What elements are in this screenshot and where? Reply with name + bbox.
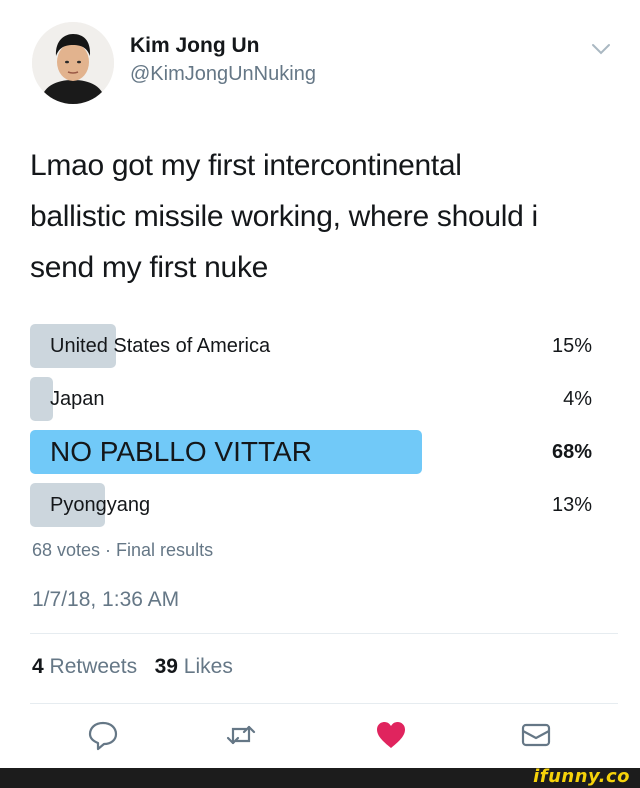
poll-option-percent: 68%: [551, 441, 592, 463]
poll-option: NO PABLLO VITTAR 68%: [30, 428, 598, 474]
poll-option-label: NO PABLLO VITTAR: [50, 436, 312, 467]
tweet-text-line: Lmao got my first intercontinental: [30, 149, 462, 182]
envelope-icon[interactable]: [519, 718, 553, 752]
user-handle[interactable]: @KimJongUnNuking: [130, 63, 316, 86]
likes-count[interactable]: 39: [155, 655, 178, 678]
poll-option-percent: 13%: [551, 494, 592, 516]
avatar-image: [32, 22, 114, 104]
divider: [30, 703, 618, 704]
chevron-down-icon[interactable]: [590, 42, 612, 56]
tweet-timestamp[interactable]: 1/7/18, 1:36 AM: [32, 588, 179, 612]
poll: United States of America 15% Japan 4% NO PAB…: [30, 322, 598, 534]
tweet-text-line: send my first nuke: [30, 251, 269, 284]
poll-option: United States of America 15%: [30, 322, 598, 368]
display-name[interactable]: Kim Jong Un: [130, 34, 260, 58]
watermark-bar: ifunny.co: [0, 766, 640, 788]
poll-option: Pyongyang 13%: [30, 481, 598, 527]
watermark-logo: ifunny.co: [533, 766, 630, 787]
poll-option-percent: 4%: [563, 388, 592, 410]
heart-icon[interactable]: [374, 718, 408, 752]
retweets-label[interactable]: Retweets: [50, 655, 138, 678]
poll-option-label: Pyongyang: [50, 494, 151, 516]
retweets-count[interactable]: 4: [32, 655, 44, 678]
poll-option: Japan 4%: [30, 375, 598, 421]
likes-label[interactable]: Likes: [184, 655, 233, 678]
engagement-stats: 4 Retweets 39 Likes: [32, 655, 233, 679]
divider: [30, 633, 618, 634]
poll-results-meta: 68 votes · Final results: [32, 540, 214, 560]
retweet-icon[interactable]: [224, 718, 258, 752]
poll-option-percent: 15%: [551, 335, 592, 357]
action-bar: [0, 718, 640, 758]
reply-icon[interactable]: [86, 718, 120, 752]
tweet-card: Kim Jong Un @KimJongUnNuking Lmao got my…: [0, 0, 640, 768]
poll-option-label: Japan: [50, 388, 105, 410]
poll-option-label: United States of America: [50, 335, 271, 357]
avatar[interactable]: [32, 22, 114, 104]
tweet-text: Lmao got my first intercontinental balli…: [30, 140, 610, 293]
tweet-text-line: ballistic missile working, where should …: [30, 200, 538, 233]
